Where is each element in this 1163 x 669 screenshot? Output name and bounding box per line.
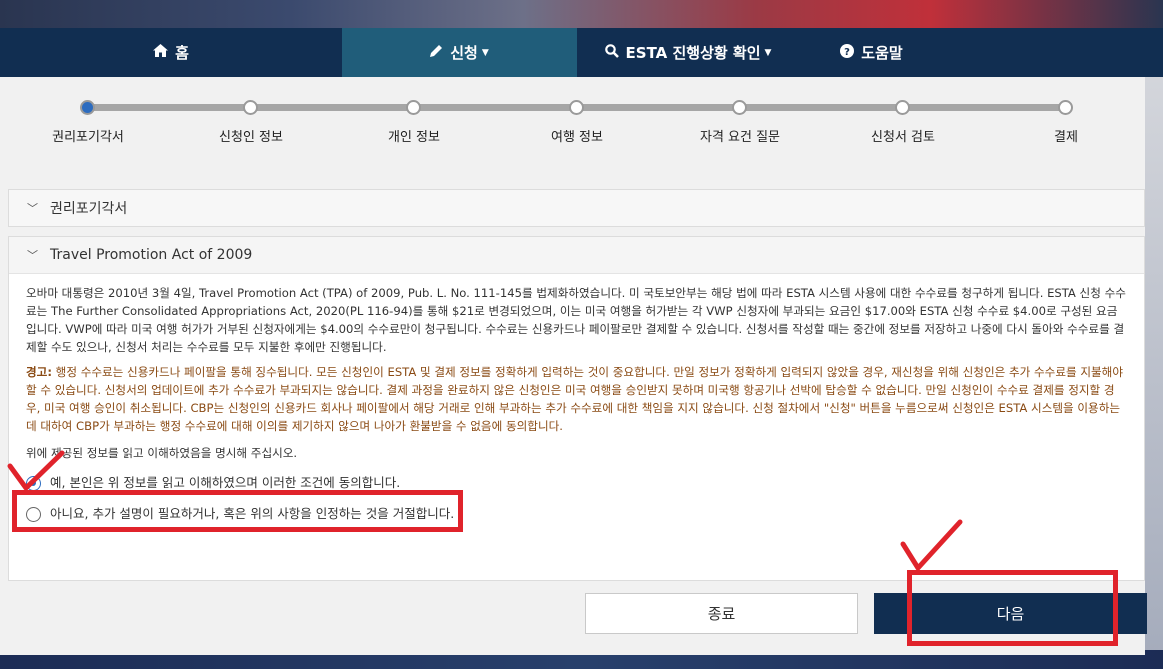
chevron-down-icon: ﹀ [27, 249, 38, 262]
nav-esta-status-label: ESTA 진행상황 확인 [625, 44, 761, 62]
progress-step-5 [732, 100, 747, 115]
main-navbar: 홈 신청 ▼ ESTA 진행상황 확인 ▼ ? 도움말 [0, 28, 1163, 77]
waiver-accordion-title: 권리포기각서 [50, 201, 128, 217]
pencil-icon [430, 44, 443, 61]
waiver-accordion-header[interactable]: ﹀ 권리포기각서 [9, 190, 1144, 226]
fee-info-paragraph: 오바마 대통령은 2010년 3월 4일, Travel Promotion A… [26, 286, 1126, 354]
progress-step-label: 자격 요건 질문 [699, 130, 781, 145]
warning-text: 행정 수수료는 신용카드나 페이팔을 통해 징수됩니다. 모든 신청인이 EST… [26, 365, 1123, 433]
annotation-checkmark-icon [900, 519, 963, 571]
chevron-down-icon: ﹀ [27, 202, 38, 215]
nav-help[interactable]: ? 도움말 [799, 28, 944, 77]
home-icon [153, 44, 169, 61]
progress-tracker: 권리포기각서 신청인 정보 개인 정보 여행 정보 자격 요건 질문 신청서 검… [0, 77, 1145, 187]
travel-promotion-title: Travel Promotion Act of 2009 [50, 247, 253, 263]
annotation-box-agree [12, 490, 463, 532]
progress-step-label: 권리포기각서 [52, 130, 124, 145]
travel-promotion-body: 오바마 대통령은 2010년 3월 4일, Travel Promotion A… [9, 274, 1144, 523]
travel-promotion-accordion-header[interactable]: ﹀ Travel Promotion Act of 2009 [9, 237, 1144, 274]
progress-step-3 [406, 100, 421, 115]
warning-paragraph: 경고: 행정 수수료는 신용카드나 페이팔을 통해 징수됩니다. 모든 신청인이… [26, 363, 1127, 435]
progress-step-label: 신청서 검토 [871, 130, 935, 145]
nav-help-label: 도움말 [861, 44, 903, 62]
caret-down-icon: ▼ [481, 47, 489, 58]
help-icon: ? [840, 43, 855, 62]
warning-label: 경고: [26, 365, 52, 379]
annotation-checkmark-icon [7, 450, 65, 491]
search-icon [604, 43, 619, 62]
annotation-box-next [907, 570, 1118, 646]
progress-step-7 [1058, 100, 1073, 115]
waiver-accordion: ﹀ 권리포기각서 [8, 189, 1145, 227]
svg-text:?: ? [844, 47, 850, 58]
nav-apply[interactable]: 신청 ▼ [342, 28, 577, 77]
main-panel: 권리포기각서 신청인 정보 개인 정보 여행 정보 자격 요건 질문 신청서 검… [0, 77, 1145, 655]
flag-background-top [0, 0, 1163, 28]
confirm-prompt: 위에 제공된 정보를 읽고 이해하였음을 명시해 주십시오. [26, 446, 298, 460]
close-button[interactable]: 종료 [585, 593, 858, 634]
progress-step-label: 개인 정보 [388, 130, 440, 145]
progress-step-label: 결제 [1054, 130, 1078, 145]
progress-step-4 [569, 100, 584, 115]
caret-down-icon: ▼ [764, 47, 772, 58]
page-background-right [1145, 28, 1163, 655]
nav-esta-status[interactable]: ESTA 진행상황 확인 ▼ [577, 28, 799, 77]
progress-step-2 [243, 100, 258, 115]
progress-step-6 [895, 100, 910, 115]
progress-step-label: 여행 정보 [551, 130, 603, 145]
progress-step-label: 신청인 정보 [219, 130, 283, 145]
nav-apply-label: 신청 [450, 44, 478, 62]
nav-home[interactable]: 홈 [0, 28, 342, 77]
nav-home-label: 홈 [175, 44, 189, 62]
progress-step-1 [80, 100, 95, 115]
